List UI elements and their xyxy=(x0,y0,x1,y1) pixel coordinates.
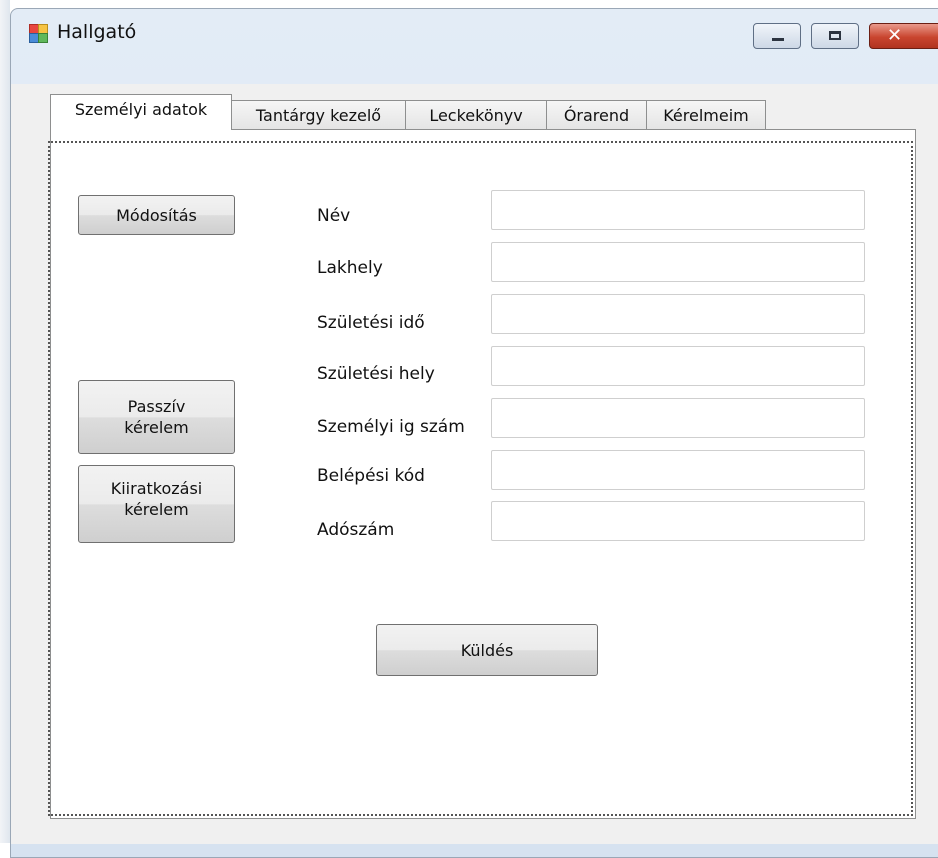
label-szuletesi-ido: Születési idő xyxy=(317,313,425,333)
tab-kerelmeim[interactable]: Kérelmeim xyxy=(646,100,766,130)
label-szuletesi-hely: Születési hely xyxy=(317,364,435,384)
withdrawal-request-label-line2: kérelem xyxy=(124,500,189,519)
tab-leckekonyv[interactable]: Leckekönyv xyxy=(405,100,547,130)
nev-input[interactable] xyxy=(491,190,865,230)
minimize-button[interactable] xyxy=(753,23,801,49)
adoszam-input[interactable] xyxy=(491,501,865,541)
title-bar[interactable]: Hallgató ✕ xyxy=(11,9,938,55)
label-szemelyi-ig-szam: Személyi ig szám xyxy=(317,417,465,437)
label-nev: Név xyxy=(317,206,351,226)
tab-szemelyi-adatok[interactable]: Személyi adatok xyxy=(50,94,232,130)
szemelyi-ig-szam-input[interactable] xyxy=(491,398,865,438)
app-form-icon xyxy=(29,24,48,43)
szuletesi-ido-input[interactable] xyxy=(491,294,865,334)
modify-button[interactable]: Módosítás xyxy=(78,195,235,235)
passive-request-label-line1: Passzív xyxy=(127,397,186,416)
withdrawal-request-button[interactable]: Kiiratkozási kérelem xyxy=(78,465,235,543)
desktop-edge xyxy=(0,0,10,843)
label-lakhely: Lakhely xyxy=(317,258,383,278)
maximize-icon xyxy=(829,31,841,40)
passive-request-button[interactable]: Passzív kérelem xyxy=(78,380,235,454)
label-belepesi-kod: Belépési kód xyxy=(317,466,425,486)
withdrawal-request-label-line1: Kiiratkozási xyxy=(110,479,203,498)
maximize-button[interactable] xyxy=(811,23,859,49)
belepesi-kod-input[interactable] xyxy=(491,450,865,490)
send-button-label: Küldés xyxy=(460,640,514,660)
tab-tantargy-kezelo[interactable]: Tantárgy kezelő xyxy=(231,100,406,130)
window-title: Hallgató xyxy=(57,21,137,43)
passive-request-label-line2: kérelem xyxy=(124,418,189,437)
close-button[interactable]: ✕ xyxy=(869,23,938,49)
label-adoszam: Adószám xyxy=(317,520,395,540)
tab-orarend[interactable]: Órarend xyxy=(546,100,647,130)
close-icon: ✕ xyxy=(887,25,903,46)
send-button[interactable]: Küldés xyxy=(376,624,598,676)
modify-button-label: Módosítás xyxy=(116,205,197,225)
minimize-icon xyxy=(772,38,784,41)
szuletesi-hely-input[interactable] xyxy=(491,346,865,386)
lakhely-input[interactable] xyxy=(491,242,865,282)
